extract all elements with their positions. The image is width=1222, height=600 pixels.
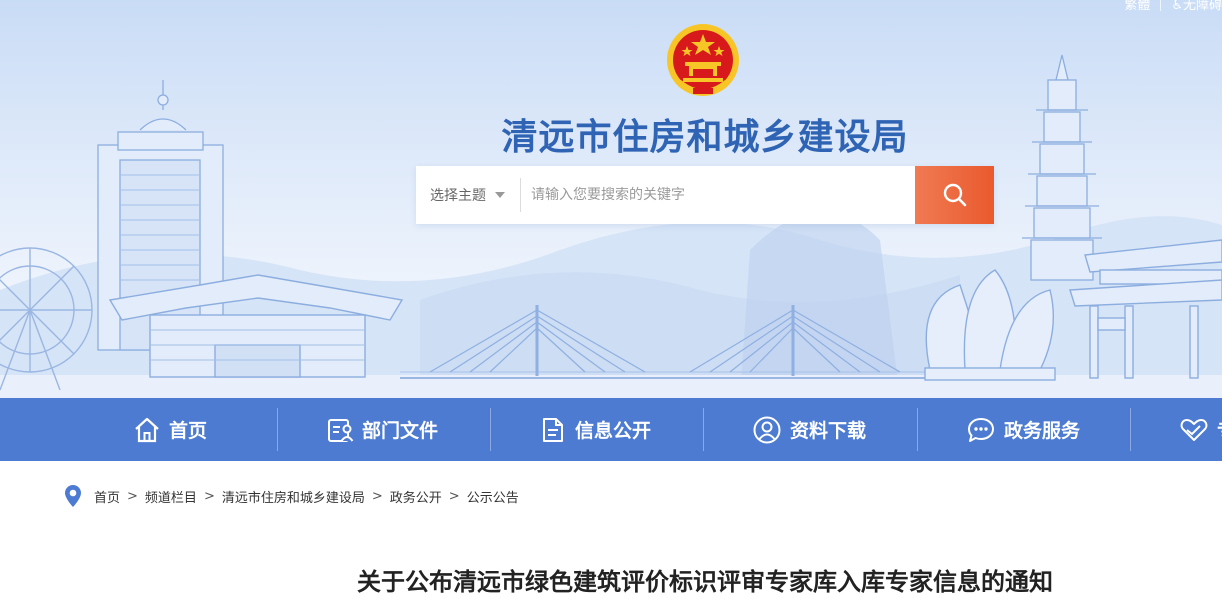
breadcrumb-government-affairs[interactable]: 政务公开 — [390, 487, 442, 506]
nav-divider — [490, 408, 491, 451]
chat-bubble-icon — [968, 417, 994, 442]
accessibility-icon: ♿ — [1171, 0, 1183, 13]
nav-item-downloads[interactable]: 资料下载 — [752, 398, 866, 461]
breadcrumb-separator: > — [203, 488, 215, 504]
nav-item-label: 政务服务 — [1004, 420, 1081, 442]
breadcrumb-bureau[interactable]: 清远市住房和城乡建设局 — [222, 487, 365, 506]
home-icon — [135, 417, 159, 442]
accessibility-link[interactable]: ♿无障碍 — [1171, 0, 1222, 13]
breadcrumb-separator: > — [127, 488, 138, 504]
top-links: 繁體 ♿无障碍 — [1124, 0, 1222, 13]
user-circle-icon — [753, 416, 781, 443]
nav-item-info-disclosure[interactable]: 信息公开 — [539, 398, 651, 461]
nav-item-label: 信息公开 — [575, 420, 652, 442]
file-icon — [543, 417, 563, 442]
search-icon — [943, 183, 966, 207]
search-button[interactable] — [915, 166, 994, 224]
topic-select[interactable]: 选择主题 — [416, 166, 520, 224]
breadcrumb: 首页 > 频道栏目 > 清远市住房和城乡建设局 > 政务公开 > 公示公告 — [64, 484, 519, 508]
article-title: 关于公布清远市绿色建筑评价标识评审专家库入库专家信息的通知 — [357, 568, 1053, 596]
chevron-down-icon — [495, 192, 505, 198]
national-emblem-icon — [667, 24, 739, 96]
site-title: 清远市住房和城乡建设局 — [501, 117, 909, 158]
topic-select-label: 选择主题 — [430, 188, 486, 204]
nav-item-label: 资料下载 — [790, 420, 867, 442]
heart-hand-icon — [1180, 418, 1208, 441]
nav-item-government-services[interactable]: 政务服务 — [966, 398, 1080, 461]
search-input[interactable] — [521, 166, 915, 224]
breadcrumb-home[interactable]: 首页 — [94, 487, 120, 506]
nav-item-label: 首页 — [169, 420, 208, 442]
breadcrumb-channel[interactable]: 频道栏目 — [145, 487, 197, 506]
breadcrumb-separator: > — [371, 488, 383, 504]
breadcrumb-separator: > — [448, 488, 460, 504]
nav-divider — [703, 408, 704, 451]
nav-divider — [277, 408, 278, 451]
header-banner: 繁體 ♿无障碍 清远市住房和城乡建设局 选择主题 — [0, 0, 1222, 398]
nav-item-label: 专 — [1217, 416, 1222, 443]
document-user-icon — [328, 418, 354, 442]
traditional-chinese-link[interactable]: 繁體 — [1124, 0, 1150, 13]
nav-item-department-files[interactable]: 部门文件 — [326, 398, 438, 461]
nav-divider — [917, 408, 918, 451]
top-links-divider — [1160, 0, 1162, 11]
nav-item-special[interactable]: 专 — [1179, 398, 1222, 461]
nav-item-home[interactable]: 首页 — [133, 398, 207, 461]
nav-divider — [1130, 408, 1131, 451]
search-bar: 选择主题 — [416, 166, 994, 224]
location-pin-icon — [65, 485, 81, 507]
nav-item-label: 部门文件 — [362, 420, 439, 442]
breadcrumb-announcements[interactable]: 公示公告 — [467, 487, 519, 506]
main-nav: 首页 部门文件 信息公开 资料下载 政务服务 — [0, 398, 1222, 461]
